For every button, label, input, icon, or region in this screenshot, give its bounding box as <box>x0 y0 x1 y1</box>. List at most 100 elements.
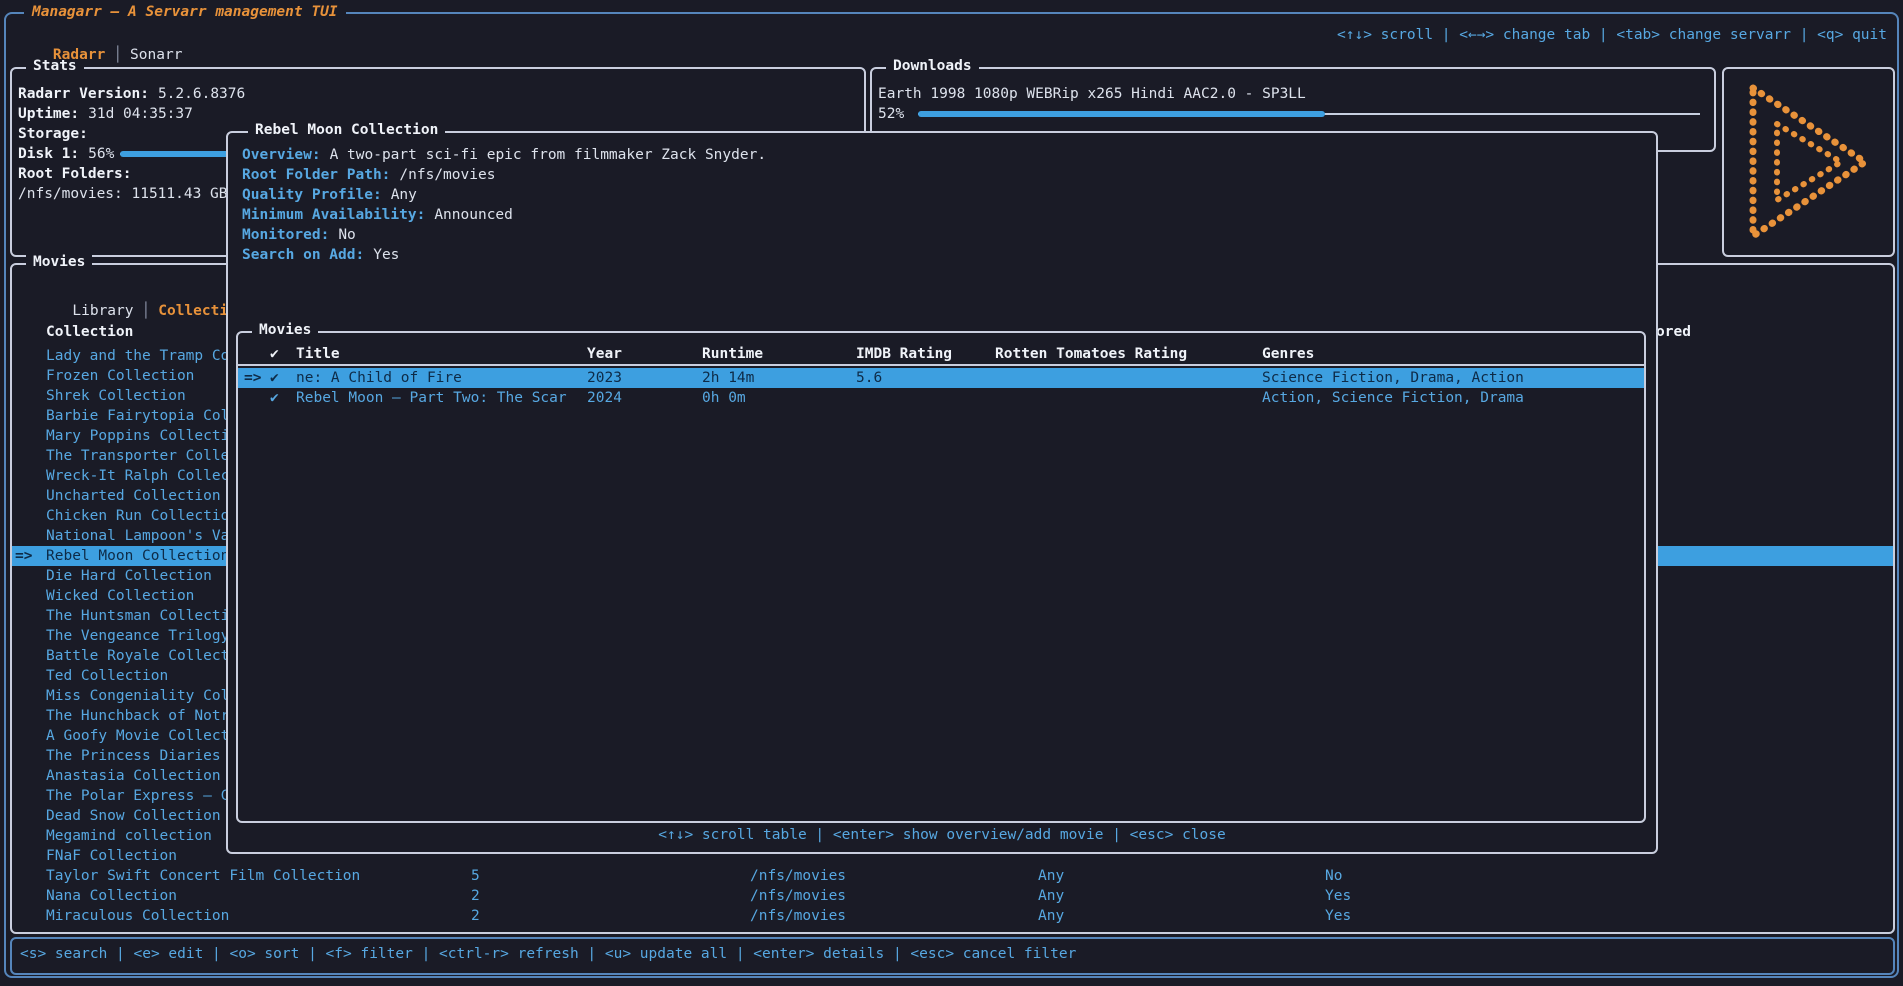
tab-radarr[interactable]: Radarr <box>53 47 105 63</box>
collection-details-modal: Rebel Moon Collection Overview:A two-par… <box>226 131 1658 854</box>
field-minimum-availability: Minimum Availability:Announced <box>242 205 513 225</box>
tab-sonarr[interactable]: Sonarr <box>130 47 182 63</box>
tab-library[interactable]: Library <box>72 303 133 319</box>
field-label: Quality Profile: <box>242 187 382 203</box>
collection-name: The Princess Diaries <box>46 746 221 766</box>
header-imdb-rating: IMDB Rating <box>856 344 952 364</box>
collection-name: Dead Snow Collection <box>46 806 221 826</box>
collection-monitored: No <box>1325 866 1342 886</box>
header-title: Title <box>296 344 340 364</box>
collection-name: The Transporter Colle <box>46 446 229 466</box>
collection-row[interactable]: Taylor Swift Concert Film Collection5/nf… <box>12 866 1893 886</box>
movie-row[interactable]: ✔ Rebel Moon – Part Two: The Scar 2024 0h 0… <box>238 388 1644 408</box>
collection-name: Frozen Collection <box>46 366 194 386</box>
bottom-keybind-hints: <s> search | <e> edit | <o> sort | <f> f… <box>20 944 1076 964</box>
collection-name: Wicked Collection <box>46 586 194 606</box>
stat-root-folder-size: /nfs/movies: 11511.43 GB <box>18 184 228 204</box>
logo-panel <box>1722 67 1895 257</box>
collection-name: Die Hard Collection <box>46 566 212 586</box>
collection-movies: 2 <box>471 906 480 926</box>
downloads-gauge-fill <box>918 111 1325 117</box>
download-item-name: Earth 1998 1080p WEBRip x265 Hindi AAC2.… <box>878 84 1306 104</box>
collection-name: The Polar Express – C <box>46 786 229 806</box>
stat-label: Uptime: <box>18 106 79 122</box>
stat-storage-heading: Storage: <box>18 124 97 144</box>
modal-keybind-hints: <↑↓> scroll table | <enter> show overvie… <box>228 825 1656 845</box>
collection-name: Chicken Run Collectio <box>46 506 229 526</box>
collection-name: Wreck-It Ralph Collec <box>46 466 229 486</box>
collection-name: FNaF Collection <box>46 846 177 866</box>
collection-name: Uncharted Collection <box>46 486 221 506</box>
movie-year: 2024 <box>587 388 622 408</box>
collection-name: Ted Collection <box>46 666 168 686</box>
collection-root_folder: /nfs/movies <box>750 906 846 926</box>
collection-name: National Lampoon's Va <box>46 526 229 546</box>
stat-uptime: Uptime: 31d 04:35:37 <box>18 104 193 124</box>
collection-quality_profile: Any <box>1038 866 1064 886</box>
collection-root_folder: /nfs/movies <box>750 866 846 886</box>
app-root: Managarr — A Servarr management TUI Rada… <box>0 0 1903 986</box>
collection-name: Lady and the Tramp Co <box>46 346 229 366</box>
stat-value: /nfs/movies: 11511.43 GB <box>18 186 228 202</box>
movie-runtime: 0h 0m <box>702 388 746 408</box>
collection-row[interactable]: Miraculous Collection2/nfs/moviesAnyYes <box>12 906 1893 926</box>
managarr-logo-icon <box>1743 80 1875 244</box>
collection-name: Shrek Collection <box>46 386 186 406</box>
collection-name: The Hunchback of Notr <box>46 706 229 726</box>
field-value: /nfs/movies <box>399 167 495 183</box>
movie-title: ne: A Child of Fire <box>296 368 462 388</box>
collection-name: Nana Collection <box>46 886 177 906</box>
collection-quality_profile: Any <box>1038 906 1064 926</box>
tab-separator: │ <box>113 47 122 63</box>
tab-separator: │ <box>142 303 151 319</box>
field-label: Root Folder Path: <box>242 167 390 183</box>
monitored-column-header-fragment: ored <box>1656 324 1691 340</box>
collection-root_folder: /nfs/movies <box>750 886 846 906</box>
download-progress-gauge <box>918 111 1700 117</box>
field-value: Any <box>391 187 417 203</box>
selection-marker: => <box>15 546 32 566</box>
movie-rows: =>✔ne: A Child of Fire20232h 14m5.6Scien… <box>238 368 1644 408</box>
collection-name: Megamind collection <box>46 826 212 846</box>
collection-row[interactable]: Nana Collection2/nfs/moviesAnyYes <box>12 886 1893 906</box>
movie-imdb: 5.6 <box>856 368 882 388</box>
collection-monitored: Yes <box>1325 906 1351 926</box>
header-year: Year <box>587 344 622 364</box>
modal-title: Rebel Moon Collection <box>248 122 445 138</box>
stat-value: 31d 04:35:37 <box>88 106 193 122</box>
bottom-keybind-bar: <s> search | <e> edit | <o> sort | <f> f… <box>10 937 1895 975</box>
collection-name: Barbie Fairytopia Col <box>46 406 229 426</box>
movie-title: Rebel Moon – Part Two: The Scar <box>296 388 567 408</box>
table-header-divider <box>238 364 1644 366</box>
movie-year: 2023 <box>587 368 622 388</box>
header-genres: Genres <box>1262 344 1314 364</box>
modal-movies-table: Movies ✔ Title Year Runtime IMDB Rating … <box>236 331 1646 823</box>
field-search-on-add: Search on Add:Yes <box>242 245 399 265</box>
movie-row[interactable]: =>✔ne: A Child of Fire20232h 14m5.6Scien… <box>238 368 1644 388</box>
collection-name: Rebel Moon Collection <box>46 546 229 566</box>
stat-label: Disk 1: <box>18 146 79 162</box>
stat-value: 5.2.6.8376 <box>158 86 245 102</box>
movie-check: ✔ <box>270 388 279 408</box>
stat-label: Root Folders: <box>18 166 132 182</box>
field-overview: Overview:A two-part sci-fi epic from fil… <box>242 145 766 165</box>
collection-quality_profile: Any <box>1038 886 1064 906</box>
app-title: Managarr — A Servarr management TUI <box>24 3 346 21</box>
stat-disk: Disk 1: 56% <box>18 144 114 164</box>
servarr-tabs: Radarr│Sonarr <box>18 25 182 45</box>
collection-name: The Huntsman Collecti <box>46 606 229 626</box>
collection-movies: 2 <box>471 886 480 906</box>
movie-runtime: 2h 14m <box>702 368 754 388</box>
top-keybind-hints: <↑↓> scroll | <←→> change tab | <tab> ch… <box>1337 25 1887 45</box>
stat-value: 56% <box>88 146 114 162</box>
movies-panel-title: Movies <box>26 254 92 270</box>
field-label: Search on Add: <box>242 247 364 263</box>
collection-name: The Vengeance Trilogy <box>46 626 229 646</box>
movie-genres: Action, Science Fiction, Drama <box>1262 388 1524 408</box>
collection-name: Battle Royale Collect <box>46 646 229 666</box>
collection-movies: 5 <box>471 866 480 886</box>
header-rotten-tomatoes-rating: Rotten Tomatoes Rating <box>995 344 1187 364</box>
stat-label: Storage: <box>18 126 88 142</box>
header-runtime: Runtime <box>702 344 763 364</box>
field-label: Monitored: <box>242 227 329 243</box>
